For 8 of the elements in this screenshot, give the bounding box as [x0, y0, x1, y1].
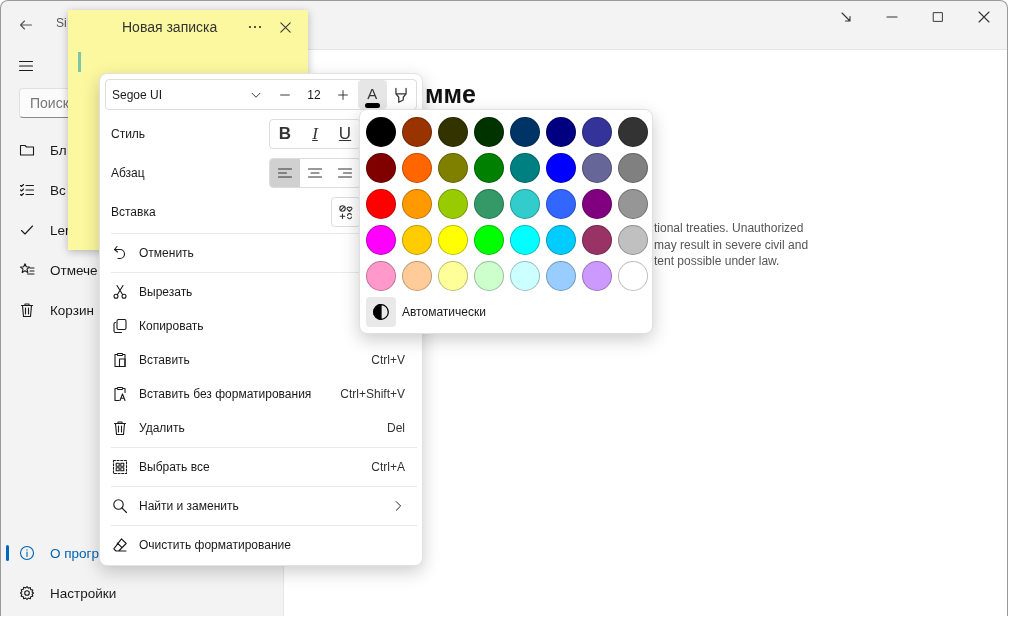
row-label: Стиль: [111, 126, 147, 141]
row-label: Вставка: [111, 204, 157, 219]
automatic-label: Автоматически: [402, 305, 486, 319]
paragraph-text: tional treaties. Unauthorized may result in severe civil and tent possible under law.: [654, 220, 809, 270]
window-title: Si: [56, 16, 67, 30]
page-heading: мме: [425, 79, 476, 110]
row-label: Абзац: [111, 165, 146, 180]
note-title: Новая записка: [122, 19, 219, 35]
